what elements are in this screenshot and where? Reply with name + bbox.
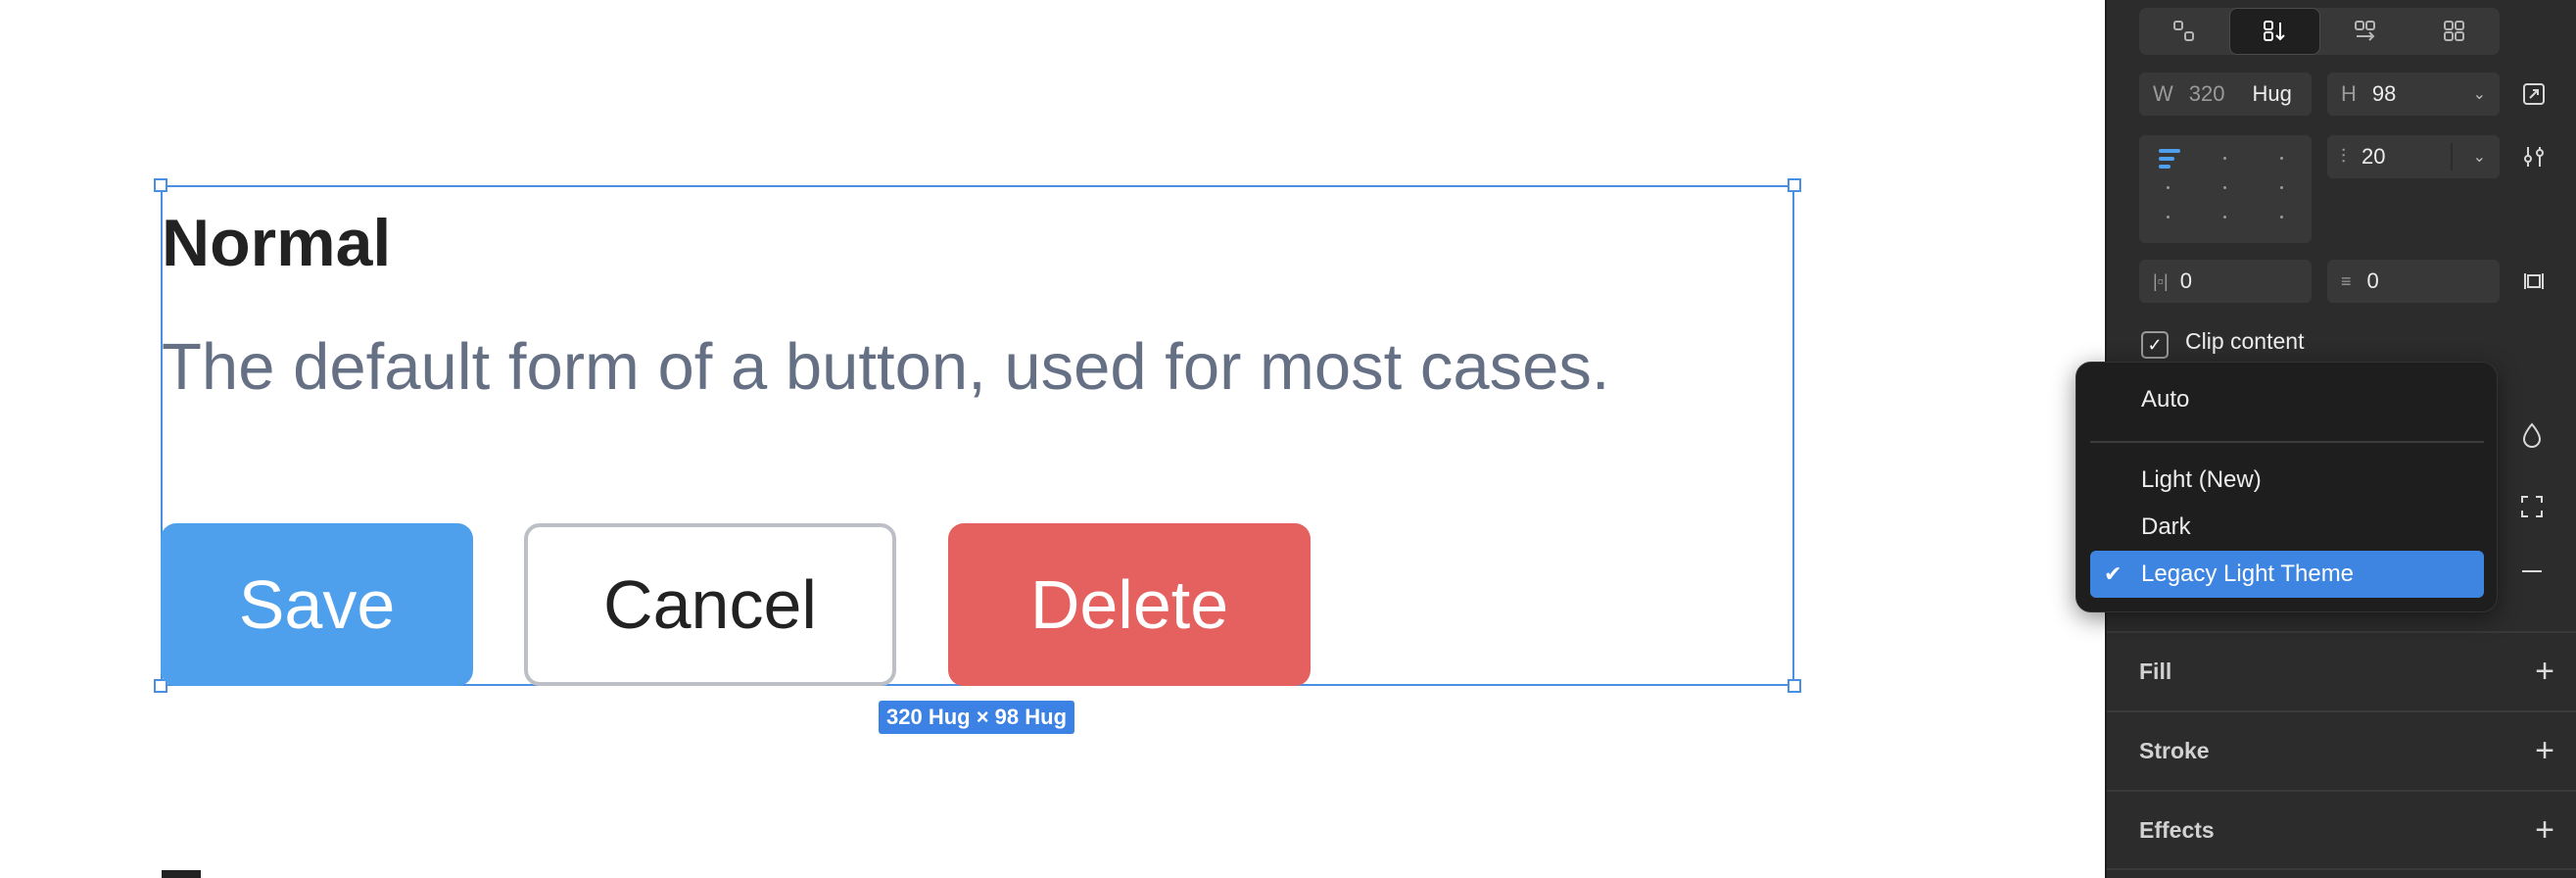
width-mode: Hug <box>2252 81 2292 106</box>
layout-vertical-icon[interactable] <box>2228 8 2320 55</box>
menu-item-legacy-light-theme[interactable]: ✔ Legacy Light Theme <box>2090 551 2484 598</box>
vertical-padding-value: 0 <box>2366 268 2379 293</box>
chevron-down-icon[interactable]: ⌄ <box>2473 147 2486 167</box>
gap-field[interactable]: ⫶ 20 ⌄ <box>2327 135 2500 178</box>
layout-settings-icon[interactable] <box>2512 135 2555 178</box>
size-tag: 320 Hug × 98 Hug <box>879 701 1075 734</box>
horizontal-padding-field[interactable]: |▫| 0 <box>2139 260 2312 303</box>
horizontal-padding-icon: |▫| <box>2153 270 2169 291</box>
save-button[interactable]: Save <box>161 523 473 686</box>
gap-icon: ⫶ <box>2341 145 2346 168</box>
design-canvas[interactable]: Normal The default form of a button, use… <box>0 0 2105 878</box>
add-stroke-icon[interactable]: + <box>2535 732 2554 770</box>
vertical-padding-field[interactable]: ≡ 0 <box>2327 260 2500 303</box>
stroke-section: Stroke + <box>2107 710 2576 789</box>
height-field[interactable]: H 98 ⌄ <box>2327 73 2500 116</box>
frame-description: The default form of a button, used for m… <box>162 330 1610 404</box>
cancel-button[interactable]: Cancel <box>524 523 896 686</box>
height-label: H <box>2341 81 2357 106</box>
clip-content-label: Clip content <box>2185 328 2305 354</box>
width-value: 320 <box>2188 81 2225 106</box>
menu-item-light-new[interactable]: Light (New) <box>2090 457 2484 504</box>
menu-item-label: Auto <box>2141 386 2190 413</box>
resize-handle-bottom-right[interactable] <box>1788 679 1801 693</box>
layout-direction-control <box>2139 8 2500 55</box>
droplet-icon[interactable] <box>2510 421 2553 456</box>
partial-element <box>162 870 201 878</box>
frame-heading: Normal <box>162 206 392 280</box>
vertical-padding-icon: ≡ <box>2341 270 2352 291</box>
layout-grid-icon[interactable] <box>2410 8 2501 55</box>
menu-item-label: Light (New) <box>2141 466 2262 493</box>
add-effects-icon[interactable]: + <box>2535 811 2554 850</box>
align-top-left-icon[interactable] <box>2159 149 2180 172</box>
menu-item-label: Legacy Light Theme <box>2141 561 2355 587</box>
menu-divider <box>2090 441 2484 443</box>
menu-item-auto[interactable]: Auto <box>2090 376 2484 423</box>
delete-button[interactable]: Delete <box>948 523 1311 686</box>
alignment-grid[interactable] <box>2139 135 2312 243</box>
chevron-down-icon[interactable]: ⌄ <box>2473 84 2486 104</box>
height-value: 98 <box>2371 81 2397 106</box>
clip-content-checkbox[interactable]: ✓ <box>2141 331 2169 359</box>
effects-section: Effects + <box>2107 790 2576 868</box>
layout-horizontal-icon[interactable] <box>2320 8 2410 55</box>
theme-dropdown-menu: Auto Light (New) Dark ✔ Legacy Light The… <box>2075 362 2498 612</box>
effects-section-title: Effects <box>2139 816 2215 843</box>
fill-section: Fill + <box>2107 631 2576 709</box>
menu-item-dark[interactable]: Dark <box>2090 504 2484 551</box>
menu-item-label: Dark <box>2141 513 2191 540</box>
checkmark-icon: ✔ <box>2104 561 2123 586</box>
width-label: W <box>2153 81 2173 106</box>
resize-handle-top-left[interactable] <box>154 178 167 192</box>
add-fill-icon[interactable]: + <box>2535 653 2554 691</box>
individual-padding-icon[interactable] <box>2512 260 2555 303</box>
fullscreen-icon[interactable] <box>2510 494 2553 526</box>
horizontal-padding-value: 0 <box>2179 268 2192 293</box>
fill-section-title: Fill <box>2139 658 2172 684</box>
layout-free-icon[interactable] <box>2139 8 2229 55</box>
minus-icon[interactable] <box>2510 559 2553 591</box>
stroke-section-title: Stroke <box>2139 737 2210 763</box>
resize-to-fit-icon[interactable] <box>2512 73 2555 116</box>
resize-handle-top-right[interactable] <box>1788 178 1801 192</box>
width-field[interactable]: W 320 Hug <box>2139 73 2312 116</box>
gap-value: 20 <box>2361 144 2386 169</box>
